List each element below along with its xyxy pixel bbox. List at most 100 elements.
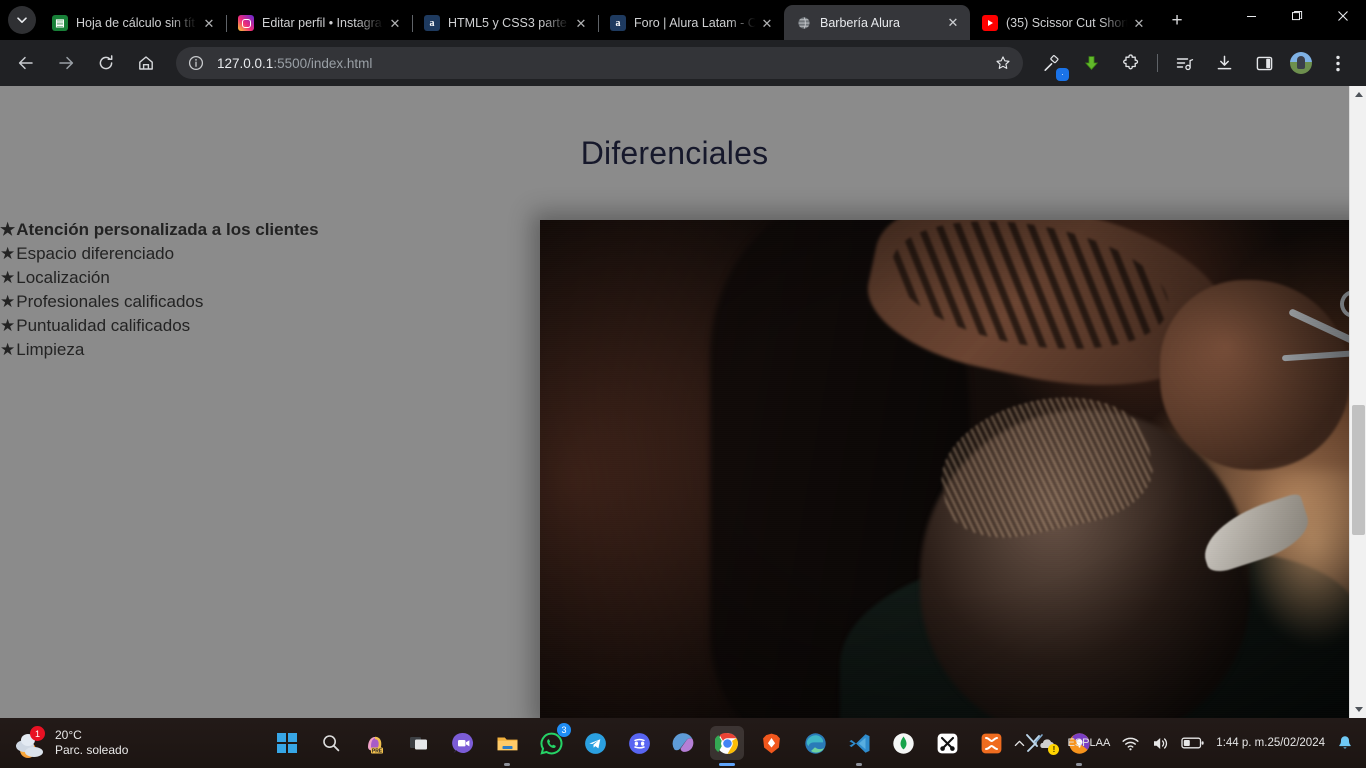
- star-icon: ★: [0, 316, 16, 335]
- taskbar-app-file-explorer-icon[interactable]: [490, 726, 524, 766]
- taskbar-app-discord-icon[interactable]: [622, 726, 656, 760]
- list-item: ★Localización: [0, 266, 319, 290]
- start-button[interactable]: [270, 726, 304, 760]
- taskbar-app-microsoft-edge-icon[interactable]: [798, 726, 832, 760]
- new-tab-button[interactable]: +: [1162, 6, 1192, 36]
- globe-icon: [796, 15, 812, 31]
- taskbar-app-area: PRE 3: [270, 723, 1096, 766]
- tab-close-icon[interactable]: ✕: [944, 14, 962, 32]
- google-sheets-icon: ▤: [52, 15, 68, 31]
- three-dot-menu-icon[interactable]: [1323, 48, 1353, 78]
- extensions-puzzle-icon[interactable]: [1116, 48, 1146, 78]
- weather-widget[interactable]: 1 20°C Parc. soleado: [16, 726, 128, 758]
- tray-date: 25/02/2024: [1267, 736, 1325, 749]
- taskbar-app-microsoft-365-icon[interactable]: [666, 726, 700, 760]
- tray-volume-icon[interactable]: [1151, 734, 1170, 753]
- download-manager-icon[interactable]: [1076, 48, 1106, 78]
- list-item: ★Limpieza: [0, 338, 319, 362]
- extension-badge: ·: [1056, 68, 1069, 81]
- tray-wifi-icon[interactable]: [1121, 734, 1140, 753]
- tray-clock[interactable]: 1:44 p. m. 25/02/2024: [1216, 736, 1325, 751]
- forward-button[interactable]: [51, 48, 81, 78]
- browser-tab-4-active[interactable]: Barbería Alura ✕: [784, 5, 970, 40]
- taskbar-app-google-chrome-icon[interactable]: [710, 726, 744, 766]
- tab-close-icon[interactable]: ✕: [758, 14, 776, 32]
- taskbar-app-capcut-icon[interactable]: [930, 726, 964, 760]
- taskbar-app-mongodb-compass-icon[interactable]: [886, 726, 920, 760]
- window-maximize-button[interactable]: [1274, 0, 1320, 32]
- tray-language-indicator[interactable]: ESP LAA: [1067, 736, 1110, 750]
- scrollbar-thumb[interactable]: [1352, 405, 1365, 535]
- instagram-icon: [238, 15, 254, 31]
- whatsapp-badge: 3: [557, 723, 571, 737]
- windows-taskbar: 1 20°C Parc. soleado PRE 3 ! ESP LAA 1:4…: [0, 718, 1366, 768]
- downloads-icon[interactable]: [1209, 48, 1239, 78]
- list-item-label: Localización: [16, 268, 110, 287]
- differentials-list: ★Atención personalizada a los clientes ★…: [0, 218, 319, 362]
- tray-battery-icon[interactable]: [1181, 736, 1205, 750]
- browser-tab-5[interactable]: (35) Scissor Cut Short ✕: [970, 6, 1156, 40]
- star-icon: ★: [0, 292, 16, 311]
- tab-close-icon[interactable]: ✕: [572, 14, 590, 32]
- tray-notifications-bell-icon[interactable]: [1336, 734, 1354, 752]
- browser-tab-2[interactable]: a HTML5 y CSS3 parte 4 ✕: [412, 6, 599, 40]
- browser-tab-1[interactable]: Editar perfil • Instagra ✕: [226, 6, 413, 40]
- taskbar-app-vs-code-icon[interactable]: [842, 726, 876, 766]
- home-button[interactable]: [131, 48, 161, 78]
- url-host: 127.0.0.1: [217, 55, 274, 71]
- window-close-button[interactable]: [1320, 0, 1366, 32]
- taskbar-app-task-view-icon[interactable]: [402, 726, 436, 760]
- tab-close-icon[interactable]: ✕: [200, 14, 218, 32]
- tab-title: Foro | Alura Latam - C: [634, 16, 757, 30]
- tray-onedrive-icon[interactable]: !: [1037, 734, 1060, 755]
- reload-button[interactable]: [91, 48, 121, 78]
- browser-tab-0[interactable]: ▤ Hoja de cálculo sin tít ✕: [40, 6, 227, 40]
- tab-strip: ▤ Hoja de cálculo sin tít ✕ Editar perfi…: [0, 0, 1366, 40]
- site-info-icon[interactable]: [186, 53, 206, 73]
- weather-text: 20°C Parc. soleado: [55, 728, 128, 758]
- list-item-label: Limpieza: [16, 340, 85, 359]
- back-button[interactable]: [11, 48, 41, 78]
- taskbar-app-telegram-icon[interactable]: [578, 726, 612, 760]
- url-text[interactable]: 127.0.0.1:5500/index.html: [217, 56, 989, 71]
- address-bar[interactable]: 127.0.0.1:5500/index.html: [176, 47, 1023, 79]
- tray-time: 1:44 p. m.: [1216, 736, 1268, 749]
- tab-title: (35) Scissor Cut Short: [1006, 16, 1129, 30]
- window-controls: [1228, 0, 1366, 40]
- list-item: ★Profesionales calificados: [0, 290, 319, 314]
- taskbar-search-button[interactable]: [314, 726, 348, 760]
- media-playlist-icon[interactable]: [1169, 48, 1199, 78]
- browser-tab-3[interactable]: a Foro | Alura Latam - C ✕: [598, 6, 784, 40]
- tab-title: HTML5 y CSS3 parte 4: [448, 16, 572, 30]
- star-icon: ★: [0, 244, 16, 263]
- tray-language-line2: LAA: [1089, 737, 1111, 749]
- barbershop-photo: [540, 220, 1366, 718]
- list-item: ★Puntualidad calificados: [0, 314, 319, 338]
- taskbar-app-copilot-pre-icon[interactable]: PRE: [358, 726, 392, 760]
- tab-close-icon[interactable]: ✕: [1130, 14, 1148, 32]
- tool-pin-icon[interactable]: ·: [1036, 48, 1069, 81]
- alura-icon: a: [610, 15, 626, 31]
- taskbar-app-teams-icon[interactable]: [446, 726, 480, 760]
- avatar-icon[interactable]: [1290, 52, 1312, 74]
- tray-overflow-chevron-up-icon[interactable]: [1013, 737, 1026, 750]
- tab-title: Editar perfil • Instagra: [262, 16, 382, 30]
- taskbar-app-whatsapp-icon[interactable]: 3: [534, 723, 571, 760]
- scroll-down-arrow-icon[interactable]: [1350, 701, 1366, 718]
- tab-close-icon[interactable]: ✕: [386, 14, 404, 32]
- tab-list: ▤ Hoja de cálculo sin tít ✕ Editar perfi…: [40, 0, 1156, 40]
- side-panel-icon[interactable]: [1249, 48, 1279, 78]
- scroll-up-arrow-icon[interactable]: [1350, 86, 1366, 103]
- taskbar-pre-label: PRE: [372, 748, 383, 754]
- list-item-label: Atención personalizada a los clientes: [16, 220, 319, 239]
- bookmark-star-icon[interactable]: [989, 49, 1017, 77]
- taskbar-app-xmind-icon[interactable]: [974, 726, 1008, 760]
- taskbar-app-brave-icon[interactable]: [754, 726, 788, 760]
- tab-title: Hoja de cálculo sin tít: [76, 16, 195, 30]
- weather-condition: Parc. soleado: [55, 743, 129, 757]
- window-minimize-button[interactable]: [1228, 0, 1274, 32]
- page-scrollbar[interactable]: [1349, 86, 1366, 718]
- taskbar-running-indicator: [856, 763, 862, 766]
- tab-search-chevron-down-icon[interactable]: [8, 6, 36, 34]
- list-item-label: Puntualidad calificados: [16, 316, 191, 335]
